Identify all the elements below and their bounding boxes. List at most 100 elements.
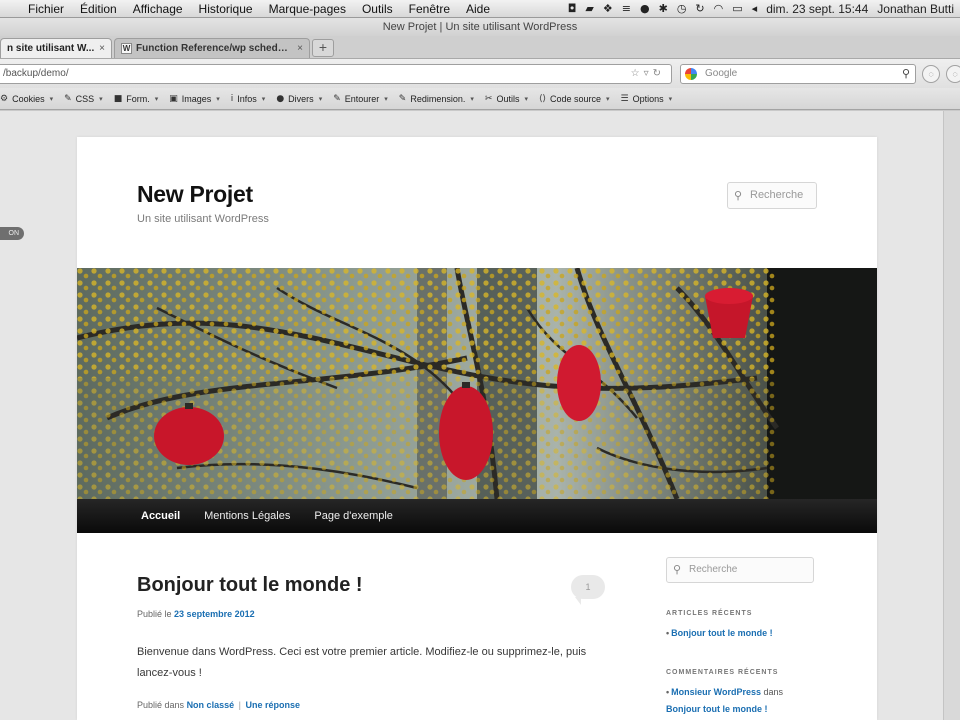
reply-link[interactable]: Une réponse	[245, 700, 300, 710]
recent-comment-item: • Monsieur WordPress dans	[666, 687, 783, 697]
volume-icon[interactable]: ◂	[752, 2, 758, 15]
post-content: Bienvenue dans WordPress. Ceci est votre…	[137, 646, 587, 679]
post-meta: Publié le 23 septembre 2012	[137, 609, 255, 619]
camera-icon[interactable]: ◘	[568, 2, 577, 15]
chevron-down-icon: ▾	[49, 95, 54, 103]
devtoolbar-outline[interactable]: ✎ Entourer ▾	[333, 94, 388, 104]
outline-icon: ✎	[333, 93, 341, 104]
recent-post-link[interactable]: • Bonjour tout le monde !	[666, 628, 773, 638]
wordpress-page: New Projet Un site utilisant WordPress ⚲…	[77, 137, 877, 720]
devtoolbar-form[interactable]: ■ Form. ▾	[114, 94, 159, 104]
google-icon[interactable]	[685, 68, 697, 80]
notification-icon[interactable]: ●	[640, 2, 650, 15]
tab-new-projet[interactable]: n site utilisant W... ×	[0, 38, 112, 58]
clock[interactable]: dim. 23 sept. 15:44	[766, 2, 868, 16]
source-icon: ⟨⟩	[538, 93, 546, 104]
dropdown-arrow-icon[interactable]: ▿	[644, 68, 653, 79]
address-bar[interactable]: /backup/demo/ ☆▿↻	[0, 64, 672, 84]
tab-function-reference[interactable]: W Function Reference/wp schedul... ×	[114, 38, 310, 58]
bluetooth-icon[interactable]: ✱	[659, 2, 668, 15]
side-toggle-badge[interactable]: ON	[0, 227, 24, 240]
devtoolbar-resize[interactable]: ✎ Redimension. ▾	[399, 94, 474, 104]
bookmark-star-icon[interactable]: ☆	[631, 68, 644, 79]
devtoolbar-label: Form.	[126, 93, 150, 104]
post-meta-prefix: Publié le	[137, 609, 172, 619]
header-search-placeholder: Recherche	[750, 189, 804, 201]
search-icon: ⚲	[673, 563, 682, 576]
chevron-down-icon: ▾	[261, 95, 266, 103]
recent-posts-heading: Articles récents	[666, 610, 753, 617]
menu-item-6[interactable]: Fenêtre	[401, 2, 458, 16]
devtoolbar-info[interactable]: i Infos ▾	[231, 94, 266, 104]
site-description: Un site utilisant WordPress	[137, 213, 269, 225]
devtoolbar-images[interactable]: ▣ Images ▾	[169, 94, 220, 104]
network-icon[interactable]: ≡	[622, 2, 631, 15]
comment-on-text: dans	[763, 687, 784, 697]
wifi-icon[interactable]: ◠	[714, 2, 724, 15]
red-lantern-right	[557, 345, 601, 421]
search-icon[interactable]: ⚲	[902, 65, 910, 83]
chevron-down-icon: ▾	[470, 95, 474, 103]
close-tab-icon[interactable]: ×	[297, 43, 303, 54]
comment-count-bubble[interactable]: 1	[571, 575, 605, 605]
chevron-down-icon: ▾	[154, 95, 159, 103]
css-icon: ✎	[64, 93, 72, 104]
devtoolbar-options[interactable]: ☰ Options ▾	[621, 94, 673, 104]
devtoolbar-cookie[interactable]: ⚙ Cookies ▾	[0, 94, 53, 104]
post-title[interactable]: Bonjour tout le monde !	[137, 574, 363, 597]
app-menu: Fichier Édition Affichage Historique Marque-…	[0, 2, 498, 16]
menu-item-0[interactable]: Fichier	[20, 2, 72, 16]
nav-item-accueil[interactable]: Accueil	[129, 510, 192, 522]
folder-icon[interactable]: ▰	[585, 2, 593, 15]
recent-post-label: Bonjour tout le monde !	[671, 628, 773, 638]
devtoolbar-label: Images	[181, 93, 212, 104]
header-search-input[interactable]: ⚲ Recherche	[727, 182, 817, 209]
user-name[interactable]: Jonathan Butti	[877, 2, 954, 16]
time-machine-icon[interactable]: ◷	[677, 2, 687, 15]
navigation-bar: /backup/demo/ ☆▿↻ Google ⚲ ◌ ◌	[0, 58, 960, 88]
devtoolbar-source[interactable]: ⟨⟩ Code source ▾	[539, 94, 610, 104]
tools-icon: ✂	[484, 93, 493, 104]
close-tab-icon[interactable]: ×	[99, 43, 105, 54]
devtoolbar-tools[interactable]: ✂ Outils ▾	[485, 94, 528, 104]
red-lantern-top-right	[705, 288, 753, 338]
dropbox-icon[interactable]: ❖	[603, 2, 613, 15]
devtoolbar-label: Options	[632, 93, 664, 104]
menu-item-4[interactable]: Marque-pages	[261, 2, 354, 16]
apple-menu-icon[interactable]	[4, 2, 20, 16]
category-link[interactable]: Non classé	[187, 700, 235, 710]
devtoolbar-misc[interactable]: ● Divers ▾	[276, 94, 322, 104]
devtoolbar-label: CSS	[75, 93, 95, 104]
devtoolbar-label: Cookies	[12, 93, 45, 104]
chevron-down-icon: ▾	[606, 95, 610, 103]
sidebar-search-input[interactable]: ⚲ Recherche	[666, 557, 814, 583]
nav-item-page-exemple[interactable]: Page d'exemple	[302, 510, 405, 522]
sync-icon[interactable]: ↻	[695, 2, 704, 15]
post-footer-prefix: Publié dans	[137, 700, 185, 710]
comment-post-link[interactable]: Bonjour tout le monde !	[666, 704, 768, 714]
menu-item-5[interactable]: Outils	[354, 2, 401, 16]
site-title[interactable]: New Projet	[137, 181, 253, 208]
reload-icon[interactable]: ↻	[653, 68, 665, 79]
chevron-down-icon: ▾	[668, 95, 673, 103]
comment-author-link[interactable]: Monsieur WordPress	[671, 687, 761, 697]
chevron-down-icon: ▾	[99, 95, 103, 103]
menu-item-3[interactable]: Historique	[191, 2, 261, 16]
menu-item-1[interactable]: Édition	[72, 2, 125, 16]
devtoolbar-css[interactable]: ✎ CSS ▾	[64, 94, 103, 104]
recent-comments-heading: Commentaires récents	[666, 669, 779, 676]
tab-label: Function Reference/wp schedul...	[136, 43, 294, 54]
address-bar-icons: ☆▿↻	[631, 65, 665, 83]
options-icon: ☰	[620, 93, 629, 104]
menu-item-7[interactable]: Aide	[458, 2, 498, 16]
battery-icon[interactable]: ▭	[732, 2, 742, 15]
new-tab-button[interactable]: +	[312, 39, 334, 57]
addon-button-icon[interactable]: ◌	[922, 65, 940, 83]
nav-item-mentions-legales[interactable]: Mentions Légales	[192, 510, 302, 522]
menu-item-2[interactable]: Affichage	[125, 2, 191, 16]
tab-strip: n site utilisant W... × W Function Refer…	[0, 36, 960, 58]
search-engine-box[interactable]: Google ⚲	[680, 64, 916, 84]
post-date-link[interactable]: 23 septembre 2012	[174, 609, 255, 619]
vertical-scrollbar[interactable]	[943, 111, 960, 720]
extra-toolbar-icon[interactable]: ◌	[946, 65, 960, 83]
